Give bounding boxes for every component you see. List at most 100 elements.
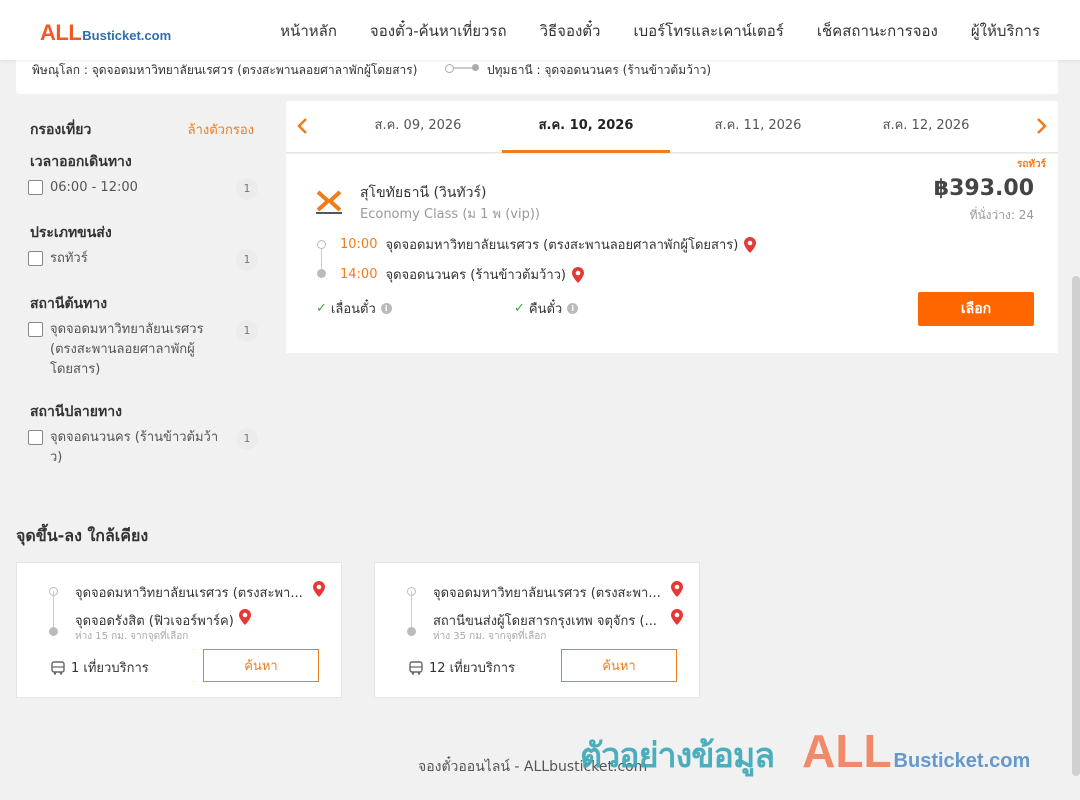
nearby-section-title: จุดขึ้น-ลง ใกล้เคียง [16, 526, 149, 545]
nearby-distance: ห่าง 15 กม. จากจุดที่เลือก [75, 631, 189, 642]
check-icon: ✓ [316, 301, 327, 316]
route-connector [445, 64, 479, 73]
operator-logo-icon [312, 186, 346, 216]
site-logo[interactable]: ALL Busticket.com [40, 20, 171, 46]
logo-busticket: Busticket.com [82, 28, 172, 43]
departure-stop: 10:00 จุดจอดมหาวิทยาลัยนเรศวร (ตรงสะพานล… [340, 234, 757, 255]
watermark: ตัวอย่างข้อมูล ALL Busticket.com [580, 724, 1030, 782]
chevron-right-icon[interactable] [1030, 115, 1052, 137]
map-pin-icon[interactable] [671, 581, 683, 597]
timeline-end-dot [49, 627, 58, 636]
filter-option-label: 06:00 - 12:00 [50, 180, 138, 195]
timeline-line [411, 591, 412, 629]
arrival-time: 14:00 [340, 267, 378, 282]
map-pin-icon[interactable] [671, 609, 683, 625]
nearby-distance: ห่าง 35 กม. จากจุดที่เลือก [433, 631, 547, 642]
select-trip-button[interactable]: เลือก [918, 292, 1034, 326]
main-nav: หน้าหลัก จองตั๋ว-ค้นหาเที่ยวรถ วิธีจองตั… [280, 19, 1040, 43]
check-icon: ✓ [514, 301, 525, 316]
filter-group-destination-station: สถานีปลายทาง [30, 404, 122, 420]
map-pin-icon[interactable] [239, 609, 251, 625]
filter-count-badge: 1 [236, 320, 258, 342]
checkbox[interactable] [28, 180, 43, 195]
filter-option-label: รถทัวร์ [50, 251, 88, 266]
nearby-card: จุดจอดมหาวิทยาลัยนเรศวร (ตรงสะพา... สถาน… [374, 562, 700, 698]
filter-group-departure-time: เวลาออกเดินทาง [30, 154, 132, 170]
nav-check-booking[interactable]: เช็คสถานะการจอง [817, 19, 938, 43]
trip-count-label: 1 เที่ยวบริการ [71, 661, 149, 676]
timeline-end-dot [407, 627, 416, 636]
checkbox[interactable] [28, 430, 43, 445]
seat-class: Economy Class (ม 1 พ (vip)) [360, 207, 540, 222]
filter-title: กรองเที่ยว [30, 122, 92, 138]
seats-available: ที่นั่งว่าง: 24 [969, 208, 1034, 222]
checkbox[interactable] [28, 322, 43, 337]
filter-option-origin[interactable]: จุดจอดมหาวิทยาลัยนเรศวร (ตรงสะพานลอยศาลา… [28, 320, 258, 380]
filter-option-destination[interactable]: จุดจอดนวนคร (ร้านข้าวต้มว้าว) 1 [28, 428, 258, 468]
checkbox[interactable] [28, 251, 43, 266]
filter-count-badge: 1 [236, 178, 258, 200]
nearby-destination: จุดจอดรังสิต (ฟิวเจอร์พาร์ค) [75, 614, 234, 629]
arrival-stop-name: จุดจอดนวนคร (ร้านข้าวต้มว้าว) [385, 268, 566, 283]
bus-icon [51, 660, 65, 675]
trip-card: รถทัวร์ สุโขทัยธานี (วินทัวร์) Economy C… [286, 154, 1058, 353]
nearby-origin: จุดจอดมหาวิทยาลัยนเรศวร (ตรงสะพา... [433, 586, 661, 601]
watermark-logo-all: ALL [802, 725, 892, 777]
nav-home[interactable]: หน้าหลัก [280, 19, 337, 43]
chevron-left-icon[interactable] [292, 115, 314, 137]
map-pin-icon[interactable] [572, 266, 584, 283]
site-header: ALL Busticket.com หน้าหลัก จองตั๋ว-ค้นหา… [0, 0, 1080, 60]
nav-operators[interactable]: ผู้ให้บริการ [971, 19, 1040, 43]
ticket-price: ฿393.00 [933, 176, 1034, 201]
bus-icon [409, 660, 423, 675]
date-tab[interactable]: ส.ค. 09, 2026 [334, 101, 502, 153]
nearby-origin: จุดจอดมหาวิทยาลัยนเรศวร (ตรงสะพา... [75, 586, 303, 601]
date-tab[interactable]: ส.ค. 12, 2026 [842, 101, 1010, 153]
nav-phone-counter[interactable]: เบอร์โทรและเคาน์เตอร์ [633, 19, 783, 43]
nav-how-to-book[interactable]: วิธีจองตั๋ว [540, 19, 601, 43]
filter-option-transport[interactable]: รถทัวร์ 1 [28, 249, 258, 271]
info-icon[interactable]: i [380, 303, 392, 314]
timeline-end-dot [317, 269, 326, 278]
map-pin-icon[interactable] [313, 581, 325, 597]
filter-count-badge: 1 [236, 428, 258, 450]
nearby-search-button[interactable]: ค้นหา [561, 649, 677, 682]
clear-filter-link[interactable]: ล้างตัวกรอง [188, 119, 254, 140]
operator-name: สุโขทัยธานี (วินทัวร์) [360, 185, 487, 201]
date-tab[interactable]: ส.ค. 11, 2026 [674, 101, 842, 153]
trip-count-label: 12 เที่ยวบริการ [429, 661, 515, 676]
filter-option-label: จุดจอดมหาวิทยาลัยนเรศวร (ตรงสะพานลอยศาลา… [50, 322, 204, 377]
date-tab-selected[interactable]: ส.ค. 10, 2026 [502, 101, 670, 153]
timeline-start-dot [317, 240, 326, 249]
departure-time: 10:00 [340, 237, 378, 252]
info-icon[interactable]: i [567, 303, 579, 314]
timeline-line [53, 591, 54, 629]
departure-stop-name: จุดจอดมหาวิทยาลัยนเรศวร (ตรงสะพานลอยศาลา… [385, 238, 739, 253]
nav-book-search[interactable]: จองตั๋ว-ค้นหาเที่ยวรถ [370, 19, 507, 43]
route-origin: พิษณุโลก : จุดจอดมหาวิทยาลัยนเรศวร (ตรงส… [32, 63, 418, 77]
nearby-card: จุดจอดมหาวิทยาลัยนเรศวร (ตรงสะพา... จุดจ… [16, 562, 342, 698]
filter-option-label: จุดจอดนวนคร (ร้านข้าวต้มว้าว) [50, 430, 219, 465]
route-summary: พิษณุโลก : จุดจอดมหาวิทยาลัยนเรศวร (ตรงส… [16, 56, 1058, 94]
transport-type-tag: รถทัวร์ [1016, 159, 1046, 170]
nearby-destination: สถานีขนส่งผู้โดยสารกรุงเทพ จตุจักร (... [433, 614, 657, 629]
feature-label: คืนตั๋ว [528, 302, 563, 317]
nearby-search-button[interactable]: ค้นหา [203, 649, 319, 682]
filter-sidebar: กรองเที่ยว ล้างตัวกรอง เวลาออกเดินทาง 06… [16, 101, 270, 491]
timeline-line [321, 249, 322, 271]
logo-all: ALL [40, 20, 82, 45]
date-tabs: ส.ค. 09, 2026 ส.ค. 10, 2026 ส.ค. 11, 202… [286, 101, 1058, 153]
feature-label: เลื่อนตั๋ว [330, 302, 376, 317]
nearby-trip-count: 12 เที่ยวบริการ [409, 657, 515, 678]
filter-option-time[interactable]: 06:00 - 12:00 1 [28, 178, 258, 200]
map-pin-icon[interactable] [744, 236, 757, 253]
page-scrollbar[interactable] [1072, 276, 1080, 776]
arrival-stop: 14:00 จุดจอดนวนคร (ร้านข้าวต้มว้าว) [340, 264, 584, 285]
filter-group-transport-type: ประเภทขนส่ง [30, 225, 112, 241]
watermark-text: ตัวอย่างข้อมูล [580, 736, 775, 776]
nearby-trip-count: 1 เที่ยวบริการ [51, 657, 149, 678]
feature-refund: ✓ คืนตั๋ว i [514, 298, 579, 319]
watermark-logo-rest: Busticket.com [893, 750, 1031, 772]
filter-group-origin-station: สถานีต้นทาง [30, 296, 108, 312]
filter-count-badge: 1 [236, 249, 258, 271]
